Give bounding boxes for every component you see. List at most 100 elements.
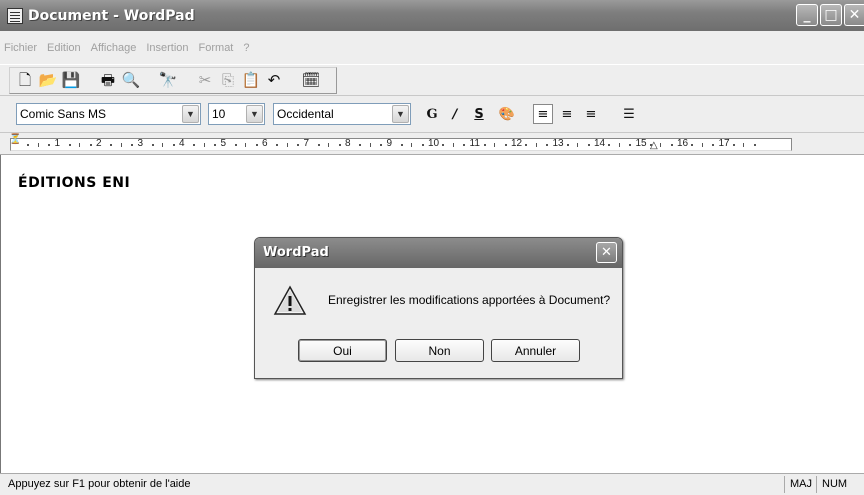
align-center-button[interactable]: ≡ (557, 104, 577, 124)
open-icon[interactable]: 📂 (39, 71, 58, 89)
first-line-indent-marker[interactable]: ⏳ (9, 135, 21, 145)
ruler-number: 9 (386, 138, 393, 149)
save-changes-dialog: WordPad ✕ Enregistrer les modifications … (254, 237, 623, 379)
align-left-button[interactable]: ≡ (533, 104, 553, 124)
ruler-tick (120, 143, 122, 147)
menu-insertion[interactable]: Insertion (146, 42, 188, 54)
ruler-strip[interactable]: ⏳ △ 1 2 3 4 5 6 7 8 9 10 11 12 13 14 15 16 17 (9, 135, 792, 151)
underline-button[interactable]: S (469, 104, 489, 124)
ruler-tick (546, 144, 549, 146)
menu-bar: Fichier Edition Affichage Insertion Form… (0, 31, 864, 64)
insert-datetime-icon[interactable]: 🗓 (301, 71, 320, 89)
menu-affichage[interactable]: Affichage (91, 42, 137, 54)
menu-help[interactable]: ? (243, 42, 249, 54)
ruler-tick (743, 143, 745, 147)
ruler[interactable]: ⏳ △ 1 2 3 4 5 6 7 8 9 10 11 12 13 14 15 16 17 (0, 133, 864, 155)
font-size-value: 10 (212, 107, 226, 121)
chevron-down-icon[interactable]: ▼ (392, 105, 409, 123)
ruler-tick (535, 143, 537, 147)
align-right-icon: ≡ (585, 106, 597, 122)
ruler-tick (27, 144, 30, 146)
ruler-tick (328, 143, 330, 147)
ruler-number: 5 (220, 138, 227, 149)
script-select[interactable]: Occidental ▼ (273, 103, 411, 125)
ruler-number: 2 (96, 138, 102, 149)
num-lock-indicator: NUM (816, 476, 850, 493)
dialog-close-button[interactable]: ✕ (596, 242, 617, 263)
ruler-tick (421, 144, 424, 146)
ruler-tick (276, 144, 279, 146)
align-right-button[interactable]: ≡ (581, 104, 601, 124)
format-toolbar: Comic Sans MS ▼ 10 ▼ Occidental ▼ G ∕ S … (0, 96, 864, 133)
copy-icon[interactable]: ⎘ (219, 71, 237, 89)
bold-button[interactable]: G (422, 104, 442, 124)
print-icon[interactable]: 🖶 (99, 71, 117, 89)
ruler-tick (110, 144, 113, 146)
ruler-tick (504, 144, 507, 146)
ruler-tick (463, 144, 466, 146)
palette-icon: 🎨 (498, 106, 516, 122)
font-size-select[interactable]: 10 ▼ (208, 103, 265, 125)
ruler-tick (452, 143, 454, 147)
ruler-tick (577, 143, 579, 147)
wordpad-app-icon[interactable] (7, 7, 23, 24)
ruler-number: 6 (262, 138, 268, 149)
ruler-number: 13 (552, 138, 564, 149)
ruler-tick (629, 144, 632, 146)
ruler-tick (566, 144, 569, 146)
cut-icon[interactable]: ✂ (196, 71, 214, 89)
ruler-tick (670, 144, 673, 146)
ruler-tick (691, 144, 694, 146)
ruler-tick (79, 143, 81, 147)
maximize-icon: □ (824, 7, 838, 23)
ruler-number: 11 (469, 138, 480, 149)
paste-icon[interactable]: 📋 (242, 71, 261, 89)
ruler-tick (649, 144, 652, 146)
ruler-tick (151, 144, 154, 146)
ruler-number: 1 (54, 138, 61, 149)
ruler-number: 15 (635, 138, 647, 149)
ruler-tick (203, 143, 205, 147)
menu-format[interactable]: Format (199, 42, 234, 54)
ruler-tick (255, 144, 258, 146)
document-text[interactable]: ÉDITIONS ENI (18, 175, 130, 191)
ruler-tick (89, 144, 92, 146)
save-icon[interactable]: 💾 (62, 71, 81, 89)
chevron-down-icon[interactable]: ▼ (182, 105, 199, 123)
ruler-tick (442, 144, 445, 146)
ruler-tick (317, 144, 320, 146)
ruler-tick (753, 144, 756, 146)
ruler-tick (400, 144, 403, 146)
align-center-icon: ≡ (561, 106, 573, 122)
cancel-button[interactable]: Annuler (491, 339, 580, 362)
minimize-button[interactable]: _ (796, 4, 818, 26)
ruler-tick (162, 143, 164, 147)
new-icon[interactable]: 🗋 (16, 71, 34, 89)
menu-edition[interactable]: Edition (47, 42, 81, 54)
dialog-title: WordPad (263, 245, 329, 260)
ruler-number: 3 (137, 138, 144, 149)
print-preview-icon[interactable]: 🔍 (122, 71, 141, 89)
ruler-tick (380, 144, 383, 146)
font-select[interactable]: Comic Sans MS ▼ (16, 103, 201, 125)
yes-button[interactable]: Oui (298, 339, 387, 362)
font-select-value: Comic Sans MS (20, 107, 107, 121)
bullets-button[interactable]: ☰ (619, 104, 639, 124)
menu-fichier[interactable]: Fichier (4, 42, 37, 54)
no-button[interactable]: Non (395, 339, 484, 362)
ruler-tick (131, 144, 134, 146)
ruler-tick (172, 144, 175, 146)
ruler-tick (338, 144, 341, 146)
text-color-button[interactable]: 🎨 (497, 104, 517, 124)
chevron-down-icon[interactable]: ▼ (246, 105, 263, 123)
undo-icon[interactable]: ↶ (265, 71, 283, 89)
italic-icon: ∕ (452, 106, 458, 122)
close-window-button[interactable]: ✕ (844, 4, 864, 26)
ruler-tick (37, 143, 39, 147)
find-icon[interactable]: 🔭 (159, 71, 178, 89)
maximize-button[interactable]: □ (820, 4, 842, 26)
ruler-tick (297, 144, 300, 146)
right-indent-marker[interactable]: △ (650, 141, 658, 151)
italic-button[interactable]: ∕ (445, 104, 465, 124)
ruler-tick (48, 144, 51, 146)
